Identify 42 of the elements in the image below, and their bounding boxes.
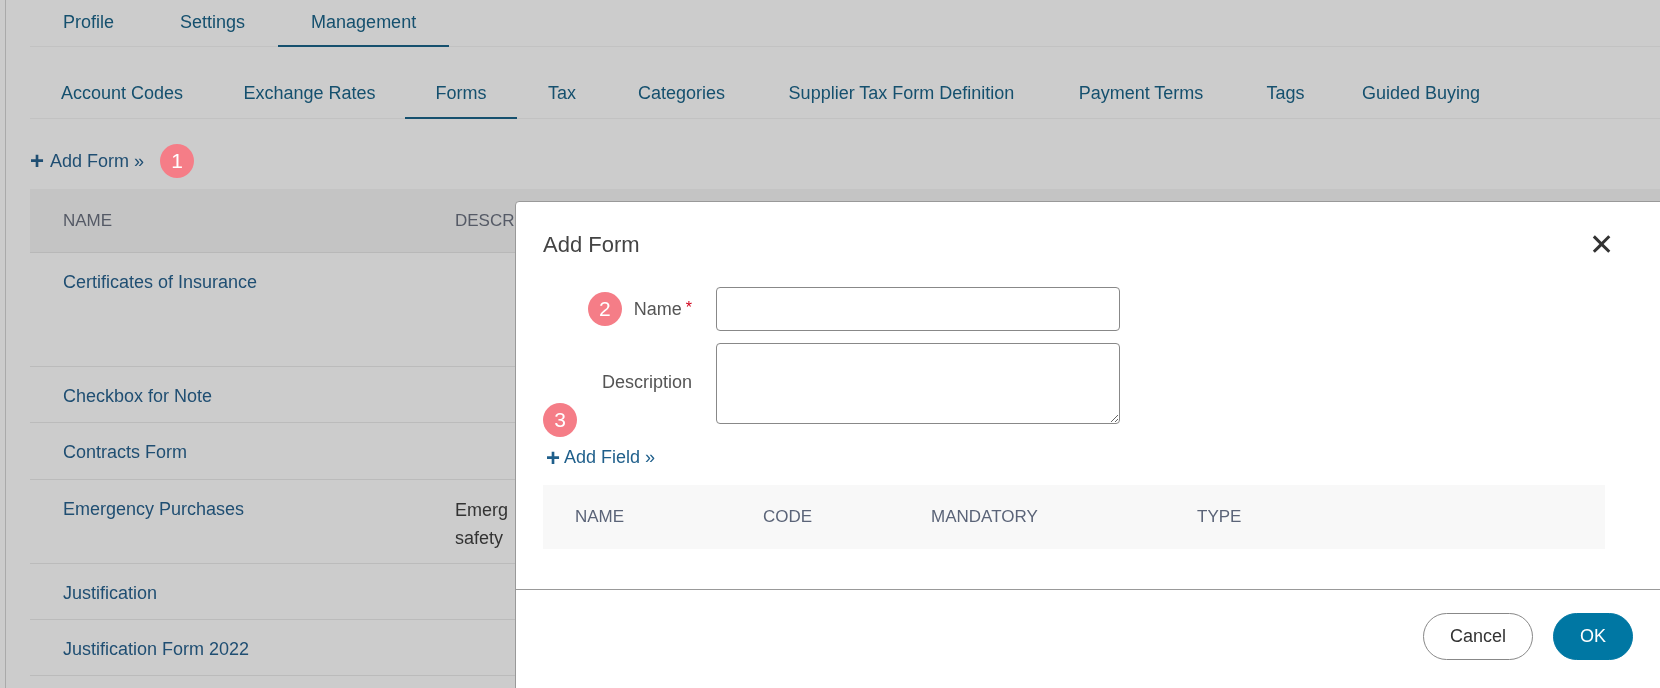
field-label: Name [633, 297, 682, 321]
description-textarea[interactable] [716, 343, 1120, 424]
sub-tab[interactable]: Categories [607, 47, 756, 119]
ok-button[interactable]: OK [1553, 613, 1633, 660]
top-tab[interactable]: Profile [30, 0, 148, 47]
sub-tab[interactable]: Tax [517, 47, 607, 119]
top-tab[interactable]: Settings [147, 0, 279, 47]
add-field-link[interactable]: + Add Field » [546, 444, 656, 471]
description-cell-text: Emerg [455, 499, 508, 522]
name-input[interactable] [716, 287, 1120, 331]
sub-tab[interactable]: Tags [1235, 47, 1336, 119]
field-label: Description [601, 371, 692, 394]
plus-icon: + [30, 149, 44, 173]
sub-tab[interactable]: Exchange Rates [214, 47, 405, 119]
close-button[interactable]: ✕ [1589, 229, 1614, 260]
dialog-title: Add Form [543, 231, 640, 259]
plus-icon: + [546, 445, 560, 470]
top-tab[interactable]: Management [278, 0, 450, 47]
column-header: TYPE [1197, 506, 1243, 529]
required-asterisk: * [685, 297, 692, 318]
sub-tab[interactable]: Forms [405, 47, 517, 119]
sub-tab[interactable]: Guided Buying [1336, 47, 1506, 119]
add-form-link[interactable]: + Add Form » [30, 147, 145, 175]
form-name-cell[interactable]: Emergency Purchases [30, 496, 455, 523]
form-name-cell[interactable]: Certificates of Insurance [30, 269, 455, 296]
form-name-cell[interactable]: Checkbox for Note [30, 383, 455, 410]
description-cell-text: safety [455, 527, 505, 550]
sub-tab[interactable]: Payment Terms [1047, 47, 1235, 119]
sub-tab[interactable]: Account Codes [30, 47, 214, 119]
step-number-badge: 1 [160, 144, 195, 178]
column-header: NAME [62, 209, 114, 232]
column-header: CODE [763, 506, 814, 529]
column-header: MANDATORY [931, 506, 1039, 529]
form-name-cell[interactable]: Justification Form 2022 [30, 636, 455, 663]
step-number-badge: 2 [587, 292, 622, 326]
column-header: NAME [575, 506, 626, 529]
column-header: DESCR [455, 209, 515, 232]
form-name-cell[interactable]: Justification [30, 580, 455, 607]
step-number-badge: 3 [543, 403, 577, 437]
form-name-cell[interactable]: Contracts Form [30, 439, 455, 466]
sub-tab[interactable]: Supplier Tax Form Definition [756, 47, 1047, 119]
cancel-button[interactable]: Cancel [1423, 613, 1533, 660]
